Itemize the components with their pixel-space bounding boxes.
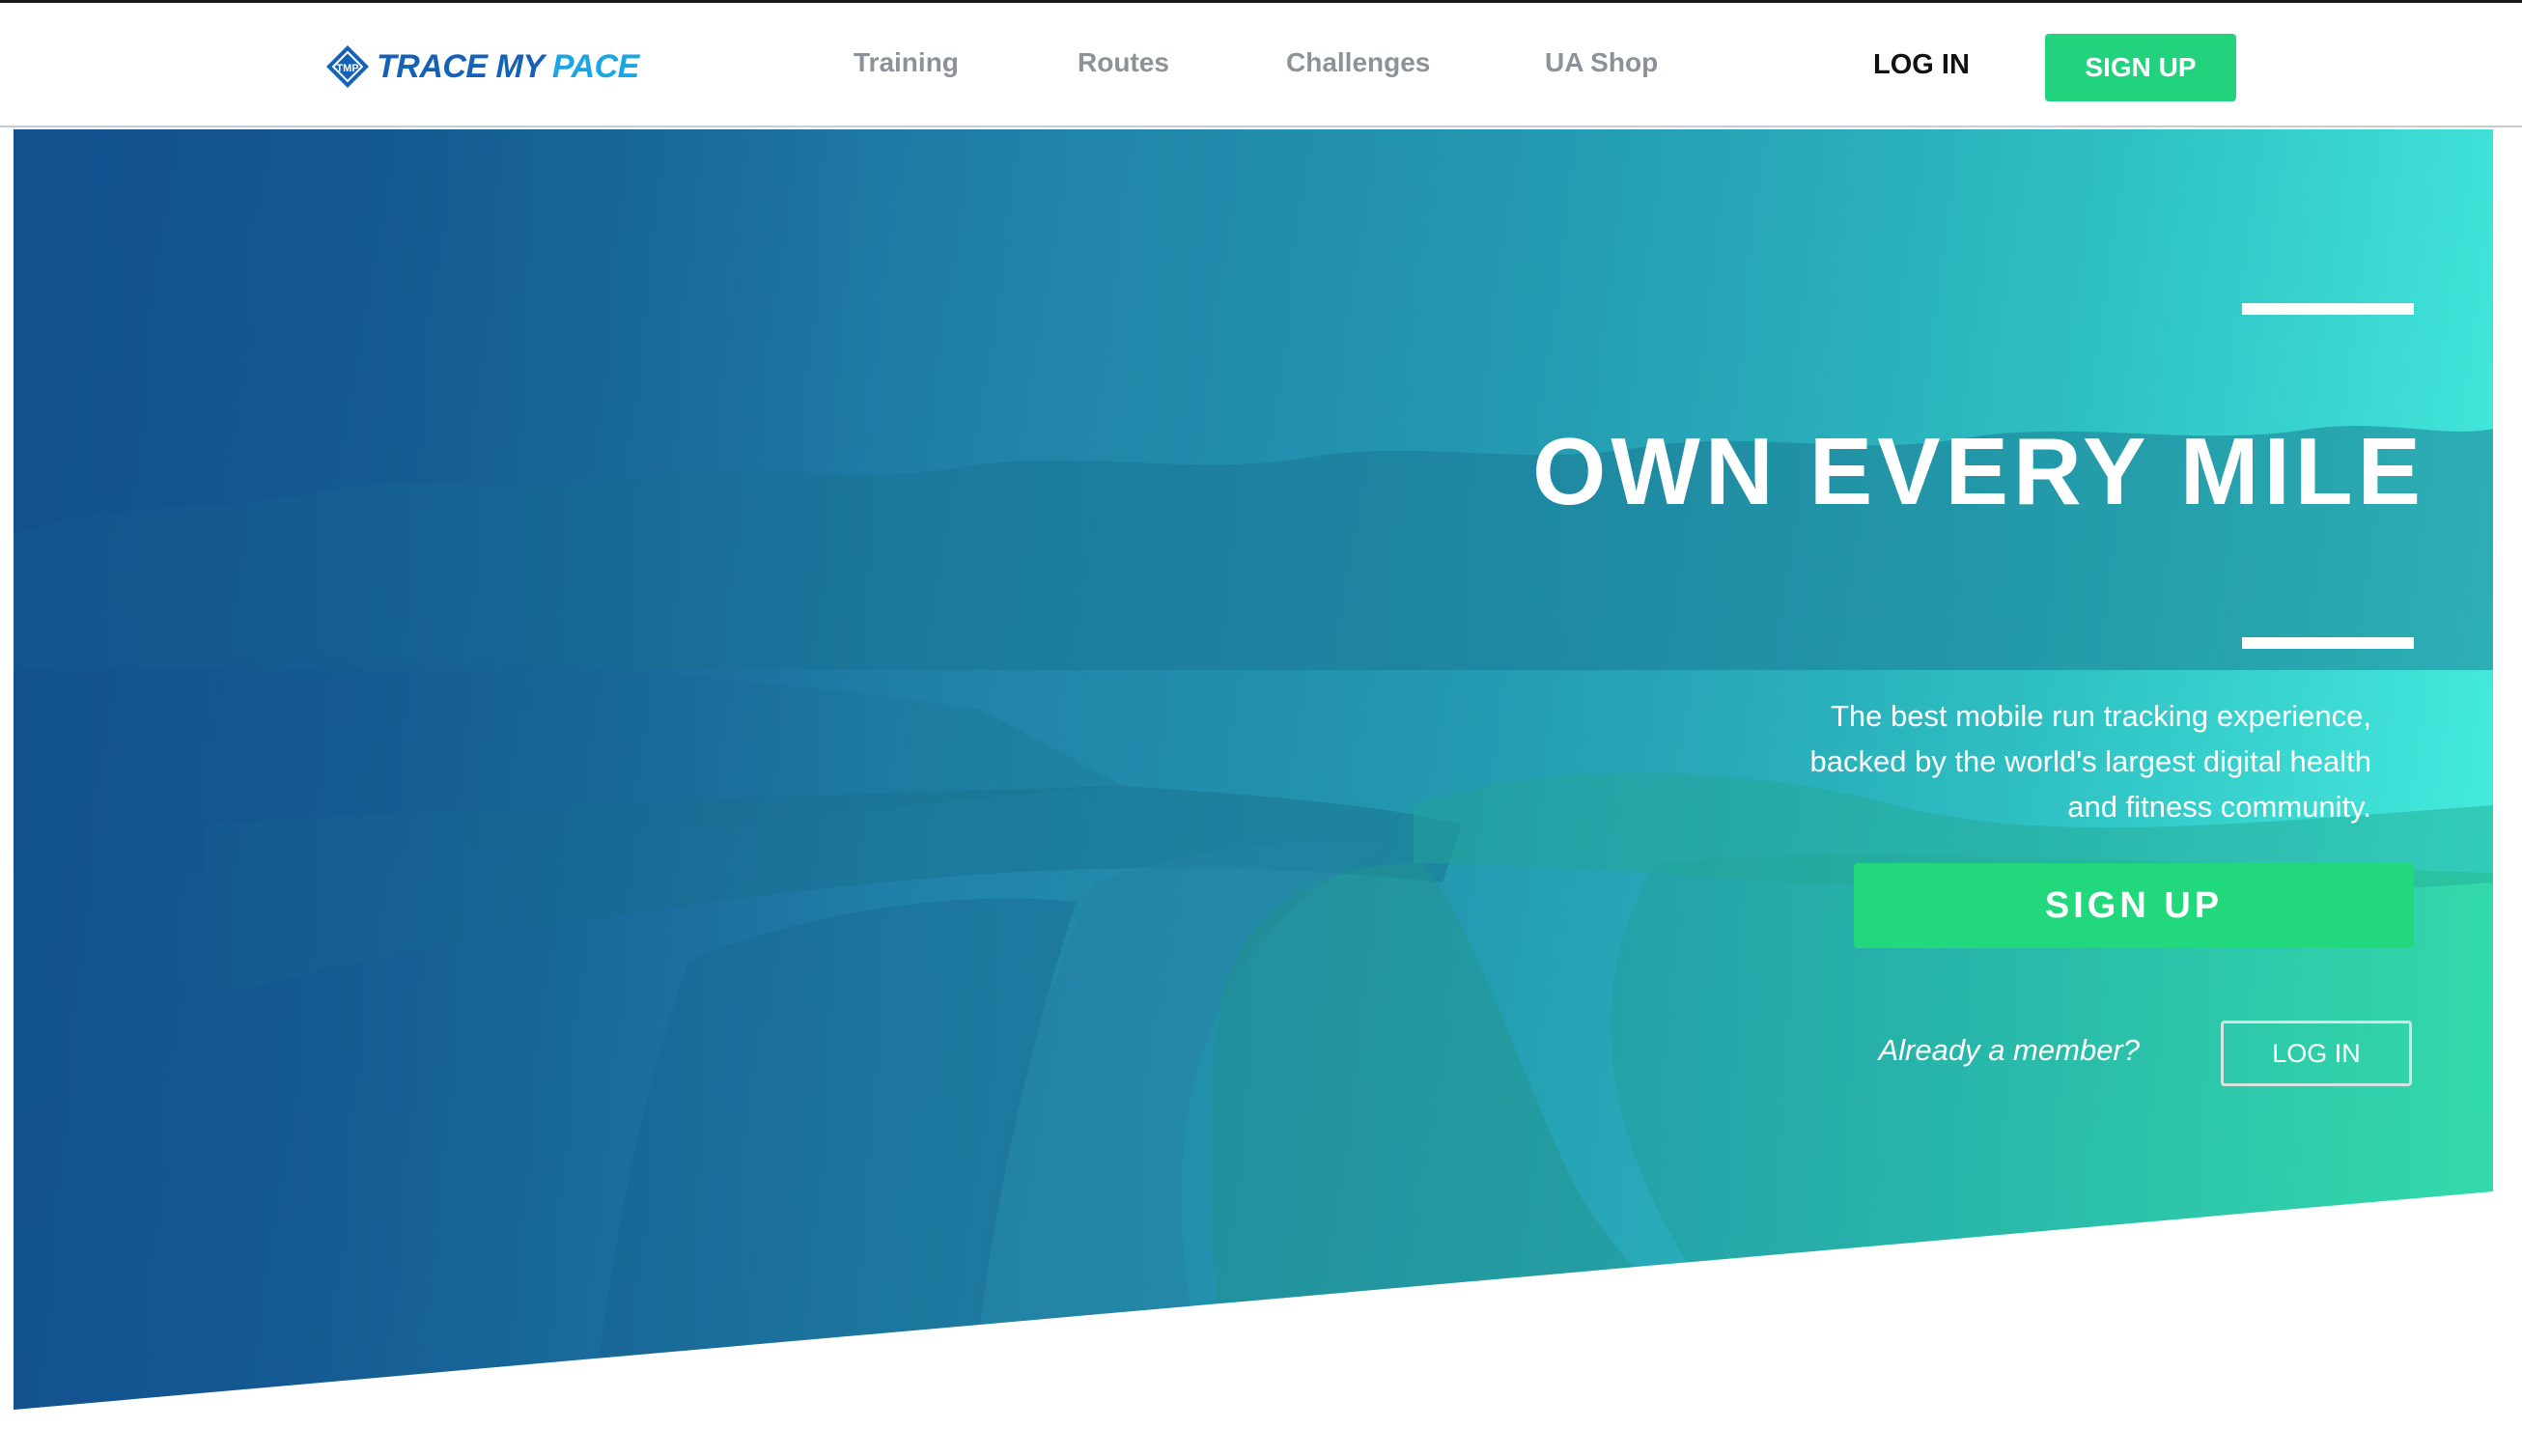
logo-word-trace-my: TRACE MY: [377, 47, 544, 85]
logo-mark-text: TMP: [336, 63, 358, 74]
hero-tagline: The best mobile run tracking experience,…: [1809, 699, 2371, 824]
top-navbar: TMP TRACE MY PACE Training Routes Challe…: [0, 0, 2522, 127]
hero-signup-button[interactable]: SIGN UP: [1854, 863, 2414, 948]
nav-routes[interactable]: Routes: [1078, 47, 1169, 78]
nav-challenges[interactable]: Challenges: [1286, 47, 1430, 78]
nav-training[interactable]: Training: [854, 47, 959, 78]
nav-ua-shop[interactable]: UA Shop: [1545, 47, 1658, 78]
logo-word-pace: PACE: [551, 47, 639, 85]
header-signup-button[interactable]: SIGN UP: [2045, 34, 2236, 101]
headline-accent-line-bottom: [2242, 637, 2414, 649]
logo-wordmark: TRACE MY PACE: [377, 48, 639, 86]
page: TMP TRACE MY PACE Training Routes Challe…: [0, 0, 2522, 1456]
headline-accent-line-top: [2242, 303, 2414, 315]
trace-my-pace-logo[interactable]: TMP TRACE MY PACE: [324, 40, 639, 94]
already-member-text: Already a member?: [1878, 1033, 2140, 1067]
hero-headline: OWN EVERY MILE: [1532, 418, 2425, 524]
hero-banner: OWN EVERY MILE The best mobile run track…: [14, 129, 2493, 1410]
header-login-link[interactable]: LOG IN: [1873, 49, 1970, 81]
hero-login-button[interactable]: LOG IN: [2221, 1021, 2412, 1086]
logo-diamond-icon: TMP: [326, 45, 369, 88]
